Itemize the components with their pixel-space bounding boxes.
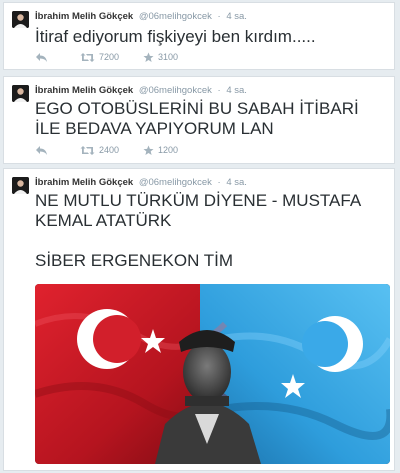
tweet-text: NE MUTLU TÜRKÜM DİYENE - MUSTAFA KEMAL A…	[35, 191, 388, 271]
favorite-button[interactable]: 1200	[143, 145, 178, 156]
retweet-button[interactable]: 2400	[80, 145, 119, 156]
retweet-button[interactable]: 7200	[80, 52, 119, 63]
reply-icon	[36, 145, 47, 155]
favorite-count: 1200	[158, 145, 179, 155]
separator-dot: ·	[217, 177, 221, 188]
star-icon	[143, 52, 154, 62]
tweet-actions: 2400 1200	[35, 143, 202, 157]
avatar[interactable]	[12, 85, 29, 102]
separator-dot: ·	[217, 11, 221, 22]
author-handle[interactable]: @06melihgokcek	[139, 85, 212, 96]
tweet-header: İbrahim Melih Gökçek @06melihgokcek · 4 …	[35, 11, 247, 23]
star-icon	[143, 145, 154, 155]
tweet-timestamp[interactable]: 4 sa.	[226, 11, 247, 22]
separator-dot: ·	[217, 85, 221, 96]
tweet-header: İbrahim Melih Gökçek @06melihgokcek · 4 …	[35, 177, 247, 189]
author-name[interactable]: İbrahim Melih Gökçek	[35, 11, 133, 22]
author-name[interactable]: İbrahim Melih Gökçek	[35, 85, 133, 96]
retweet-icon	[80, 52, 95, 62]
tweet-card[interactable]: İbrahim Melih Gökçek @06melihgokcek · 4 …	[3, 2, 395, 70]
author-handle[interactable]: @06melihgokcek	[139, 177, 212, 188]
tweet-text: EGO OTOBÜSLERİNİ BU SABAH İTİBARİ İLE BE…	[35, 99, 359, 138]
tweet-media-image[interactable]	[35, 284, 390, 464]
tweet-text-line: SİBER ERGENEKON TİM	[35, 251, 234, 270]
tweet-actions: 7200 3100	[35, 50, 202, 64]
tweet-text-line: NE MUTLU TÜRKÜM DİYENE - MUSTAFA KEMAL A…	[35, 191, 361, 230]
tweet-timestamp[interactable]: 4 sa.	[226, 177, 247, 188]
author-handle[interactable]: @06melihgokcek	[139, 11, 212, 22]
retweet-count: 2400	[99, 145, 120, 155]
tweet-card[interactable]: İbrahim Melih Gökçek @06melihgokcek · 4 …	[3, 76, 395, 164]
tweet-timestamp[interactable]: 4 sa.	[226, 85, 247, 96]
tweet-card[interactable]: İbrahim Melih Gökçek @06melihgokcek · 4 …	[3, 168, 395, 471]
avatar[interactable]	[12, 11, 29, 28]
favorite-button[interactable]: 3100	[143, 52, 178, 63]
flags-portrait-image	[35, 284, 390, 464]
reply-button[interactable]	[35, 52, 52, 63]
reply-icon	[36, 52, 47, 62]
tweet-header: İbrahim Melih Gökçek @06melihgokcek · 4 …	[35, 85, 247, 97]
avatar[interactable]	[12, 177, 29, 194]
retweet-count: 7200	[99, 52, 120, 62]
tweet-text: İtiraf ediyorum fişkiyeyi ben kırdım....…	[35, 27, 316, 46]
author-name[interactable]: İbrahim Melih Gökçek	[35, 177, 133, 188]
retweet-icon	[80, 145, 95, 155]
favorite-count: 3100	[158, 52, 179, 62]
reply-button[interactable]	[35, 145, 52, 156]
